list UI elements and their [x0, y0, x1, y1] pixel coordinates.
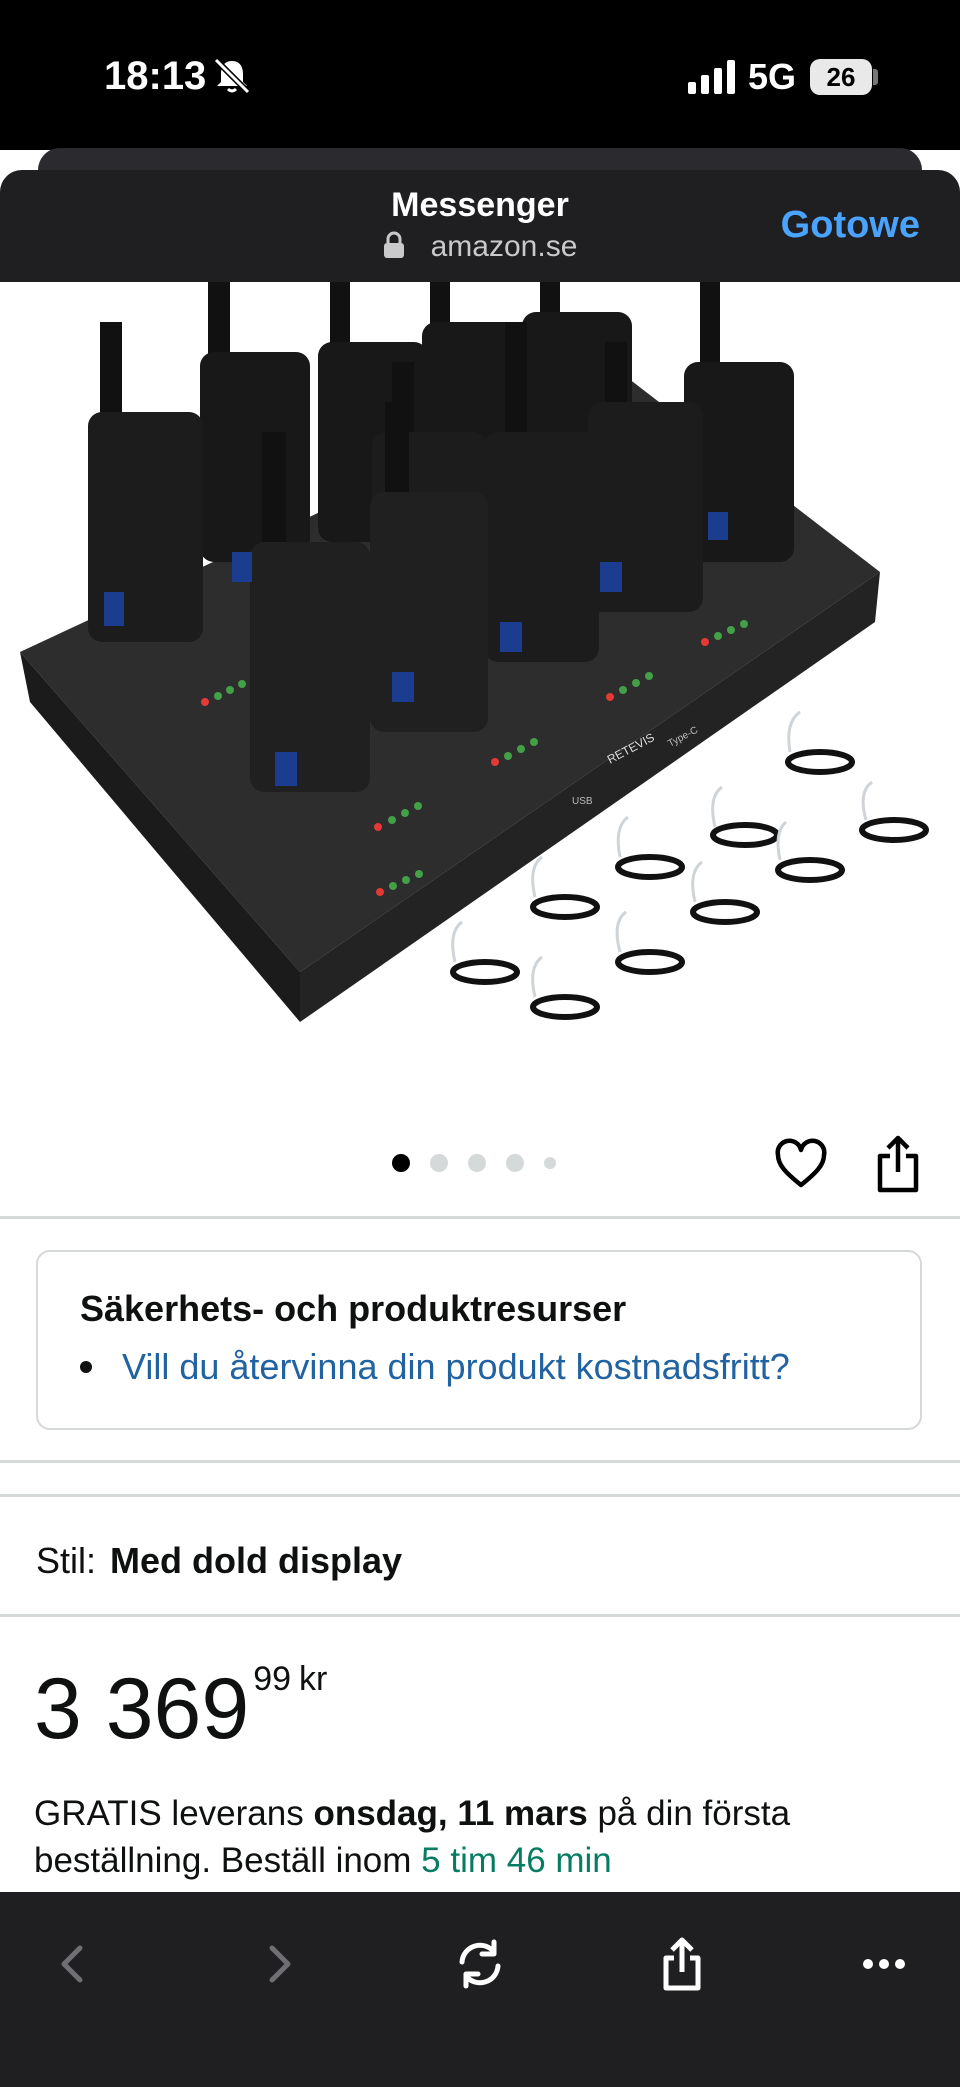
divider — [0, 1614, 960, 1617]
browser-header: Messenger amazon.se Gotowe — [0, 170, 960, 282]
price: 3 369 99 kr — [34, 1660, 327, 1759]
status-bar: 18:13 5G 26 — [0, 0, 960, 150]
style-value[interactable]: Med dold display — [110, 1540, 402, 1581]
carousel-dot-3[interactable] — [468, 1154, 486, 1172]
divider — [0, 1216, 960, 1219]
safety-title: Säkerhets- och produktresurser — [80, 1288, 627, 1329]
toolbar-share-icon[interactable] — [650, 1932, 714, 1996]
carousel-indicator[interactable] — [392, 1153, 576, 1173]
product-illustration: RETEVIS USB Type-C — [20, 282, 929, 1022]
battery-tip — [873, 69, 878, 85]
recycle-link-text[interactable]: Vill du återvinna din produkt kostnadsfr… — [122, 1346, 790, 1387]
bullet-icon — [80, 1361, 92, 1373]
forward-icon[interactable] — [246, 1932, 310, 1996]
delivery-prefix: GRATIS leverans — [34, 1794, 314, 1833]
browser-toolbar — [0, 1892, 960, 2087]
bell-slash-icon — [213, 57, 251, 95]
reload-icon[interactable] — [448, 1932, 512, 1996]
signal-icon — [688, 60, 735, 94]
share-icon[interactable] — [872, 1134, 924, 1194]
carousel-dot-5[interactable] — [544, 1157, 556, 1169]
carousel-dot-2[interactable] — [430, 1154, 448, 1172]
delivery-countdown: 5 tim 46 min — [421, 1841, 612, 1880]
recycle-link[interactable]: Vill du återvinna din produkt kostnadsfr… — [80, 1346, 790, 1388]
style-selector[interactable]: Stil: Med dold display — [36, 1540, 402, 1582]
network-type: 5G — [748, 56, 797, 97]
delivery-info: GRATIS leverans onsdag, 11 mars på din f… — [34, 1790, 934, 1884]
price-currency: kr — [299, 1660, 328, 1698]
carousel-dot-4[interactable] — [506, 1154, 524, 1172]
product-image[interactable]: RETEVIS USB Type-C — [0, 282, 960, 1102]
back-icon[interactable] — [42, 1932, 106, 1996]
url-text: amazon.se — [430, 230, 578, 263]
battery-indicator: 26 — [810, 59, 872, 95]
usb-label: USB — [572, 796, 593, 807]
safety-resources-box: Säkerhets- och produktresurser Vill du å… — [36, 1250, 922, 1430]
lock-icon — [383, 231, 404, 258]
status-time: 18:13 — [104, 54, 207, 98]
delivery-date: onsdag, 11 mars — [313, 1794, 588, 1833]
more-icon[interactable] — [852, 1932, 916, 1996]
divider — [0, 1494, 960, 1497]
price-fraction: 99 — [253, 1660, 292, 1698]
divider — [0, 1460, 960, 1463]
style-label: Stil: — [36, 1540, 97, 1581]
price-whole: 3 369 — [34, 1661, 250, 1757]
done-button[interactable]: Gotowe — [781, 204, 920, 247]
carousel-dot-1[interactable] — [392, 1154, 410, 1172]
heart-icon[interactable] — [774, 1138, 828, 1192]
